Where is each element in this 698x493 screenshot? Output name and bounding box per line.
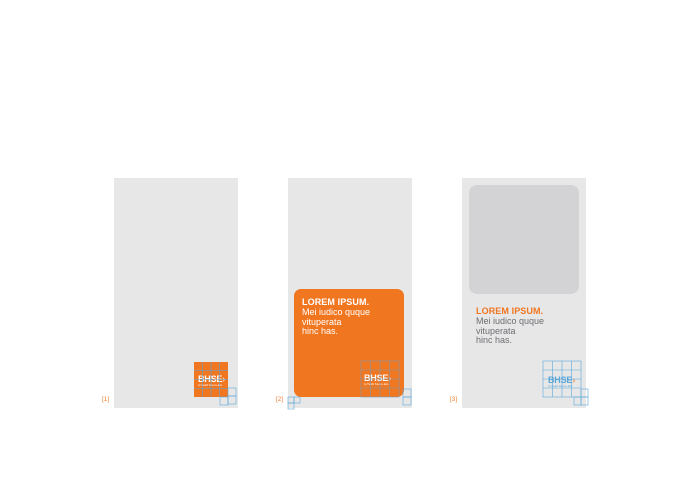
panel-number-1: [1] [102,397,110,403]
panel-2-headline: LOREM IPSUM. [302,297,370,307]
image-placeholder [469,185,579,294]
panel-3-headline: LOREM IPSUM. [476,306,544,316]
clearspace-grid-2 [287,360,412,410]
panel-2-body: Mei iudico quque vituperata hinc has. [302,307,371,336]
panel-number-2: [2] [276,397,284,403]
panel-number-3: [3] [450,397,458,403]
clearspace-grid-3 [542,360,589,406]
clearspace-grid-1 [194,362,237,406]
panel-3-body: Mei iudico quque vituperata hinc has. [476,316,545,345]
